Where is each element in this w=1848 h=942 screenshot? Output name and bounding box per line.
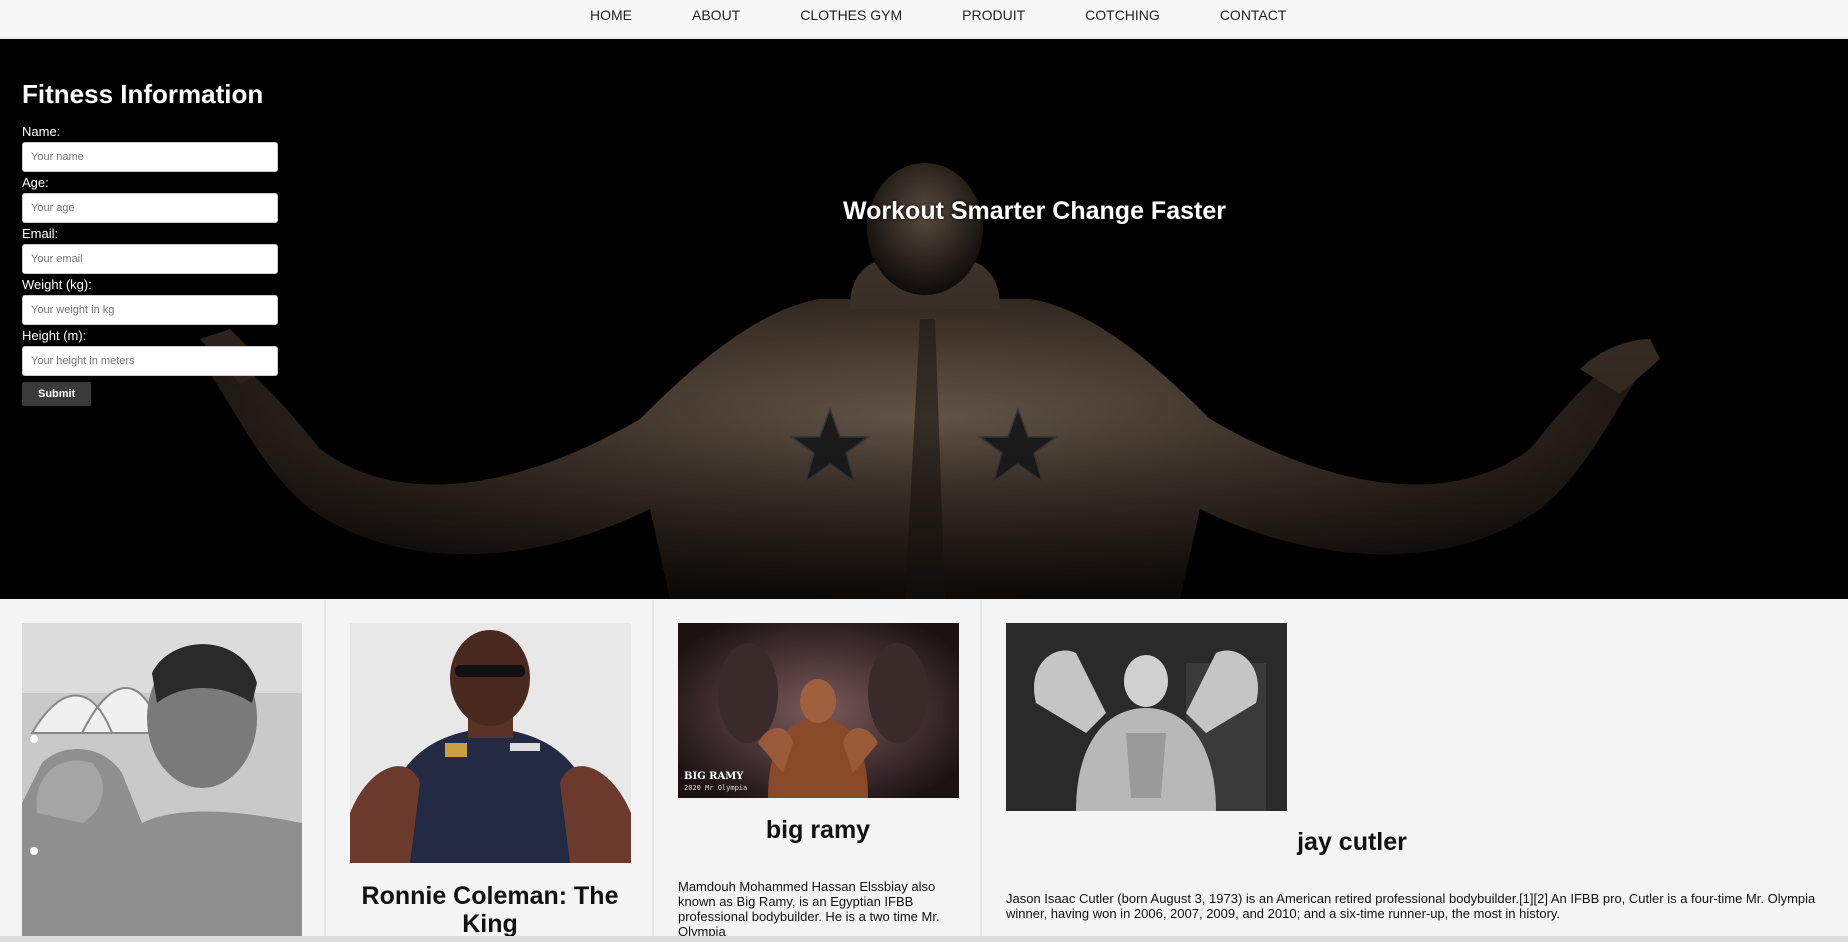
card-3-text: Mamdouh Mohammed Hassan Elssbiay also kn… xyxy=(678,879,940,939)
nav-item-produit[interactable]: PRODUIT xyxy=(932,0,1055,38)
nav-item-home[interactable]: HOME xyxy=(560,0,662,38)
big-ramy-photo-caption: BIG RAMY xyxy=(684,771,744,782)
card-jay-cutler: jay cutler Jason Isaac Cutler (born Augu… xyxy=(982,600,1848,942)
weight-input[interactable] xyxy=(22,295,278,325)
height-input[interactable] xyxy=(22,346,278,376)
card-3-title: big ramy xyxy=(765,816,871,844)
card-2-title: Ronnie Coleman: The King xyxy=(361,882,619,938)
name-input[interactable] xyxy=(22,142,278,172)
nav-item-clothes-gym[interactable]: CLOTHES GYM xyxy=(770,0,932,38)
big-ramy-photo-subcaption: 2020 Mr Olympia xyxy=(684,784,748,792)
ronnie-photo xyxy=(350,623,631,863)
big-ramy-photo: BIG RAMY 2020 Mr Olympia xyxy=(678,623,959,798)
age-label: Age: xyxy=(22,175,49,190)
form-title: Fitness Information xyxy=(22,79,264,109)
email-input[interactable] xyxy=(22,244,278,274)
hero-banner: Fitness Information Name: Age: Email: We… xyxy=(0,39,1848,599)
age-input[interactable] xyxy=(22,193,278,223)
card-ronnie: Ronnie Coleman: The King xyxy=(326,600,654,942)
hero-tagline: Workout Smarter Change Faster xyxy=(843,197,1226,225)
nav-menu: HOME ABOUT CLOTHES GYM PRODUIT COTCHING … xyxy=(560,0,1316,38)
card-4-text: Jason Isaac Cutler (born August 3, 1973)… xyxy=(1006,891,1816,921)
nav-item-cotching[interactable]: COTCHING xyxy=(1055,0,1190,38)
jay-cutler-photo xyxy=(1006,623,1287,811)
weight-label: Weight (kg): xyxy=(22,277,92,292)
height-label: Height (m): xyxy=(22,328,87,343)
card-big-ramy: BIG RAMY 2020 Mr Olympia big ramy Mamdou… xyxy=(654,600,982,942)
submit-button[interactable]: Submit xyxy=(22,382,92,406)
nav-item-about[interactable]: ABOUT xyxy=(662,0,770,38)
name-label: Name: xyxy=(22,124,61,139)
fitness-form: Fitness Information Name: Age: Email: We… xyxy=(22,79,282,406)
bodybuilder-cards: Ronnie Coleman: The King BIG RAMY 2020 M… xyxy=(0,600,1848,942)
email-label: Email: xyxy=(22,226,59,241)
horizontal-scrollbar[interactable] xyxy=(0,936,1848,942)
card-4-title: jay cutler xyxy=(1297,828,1407,856)
arnold-photo xyxy=(22,623,302,942)
nav-item-contact[interactable]: CONTACT xyxy=(1190,0,1317,38)
card-arnold xyxy=(0,600,326,942)
top-navigation: HOME ABOUT CLOTHES GYM PRODUIT COTCHING … xyxy=(0,0,1848,38)
